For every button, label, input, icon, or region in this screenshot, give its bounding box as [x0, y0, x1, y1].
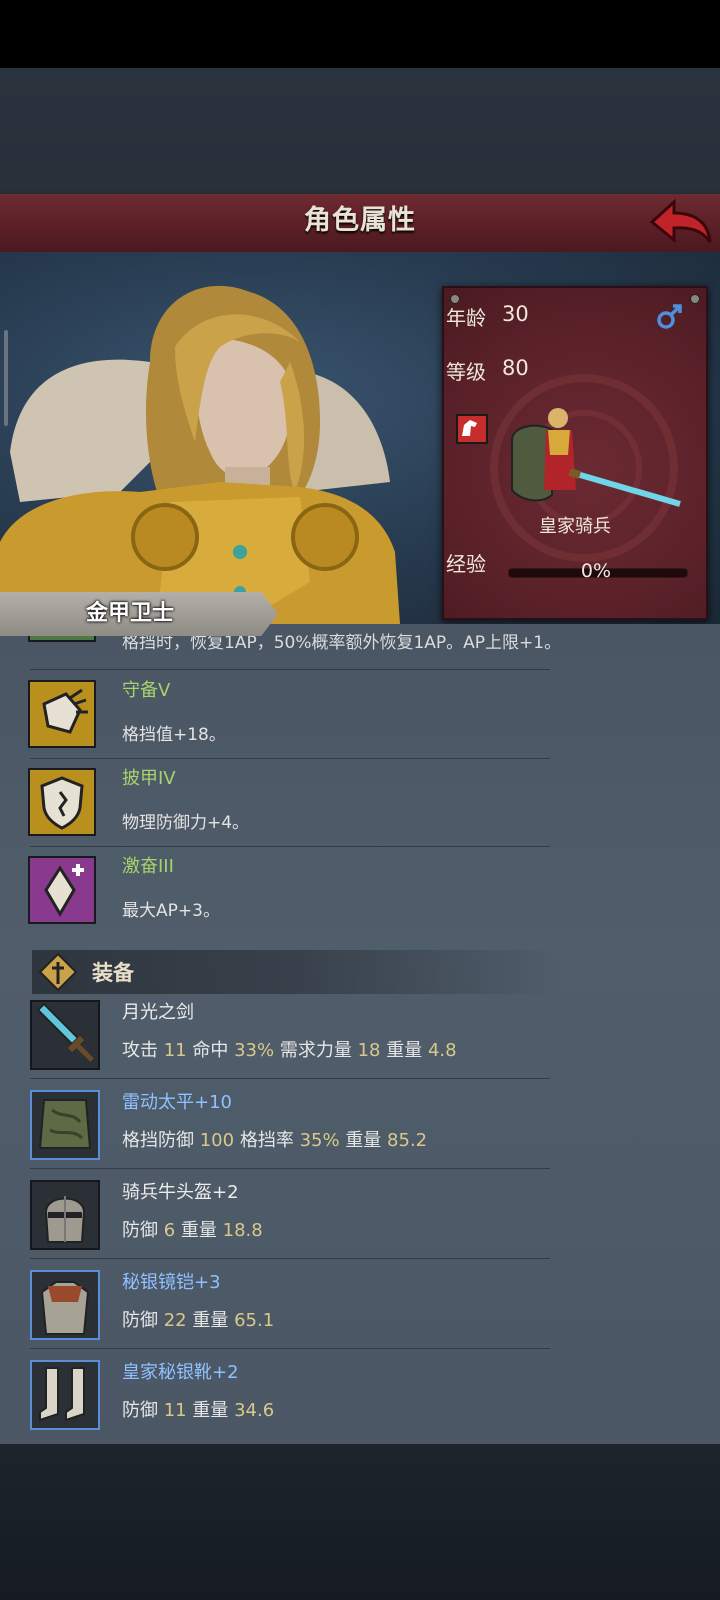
horse-class-icon — [456, 414, 488, 444]
stat-value: 65.1 — [234, 1310, 275, 1331]
equipment-upgrade-level: +2 — [212, 1182, 239, 1203]
equipment-upgrade-level: +3 — [194, 1272, 221, 1293]
skill-row[interactable]: 守备V 格挡值+18。 — [0, 672, 560, 762]
male-gender-icon — [655, 301, 685, 331]
equipment-stats: 格挡防御 100 格挡率 35% 重量 85.2 — [122, 1126, 427, 1152]
sword-icon — [30, 1000, 100, 1070]
equipment-name-text: 骑兵牛头盔 — [122, 1182, 212, 1203]
equipment-stats: 防御 11 重量 34.6 — [122, 1396, 274, 1422]
divider — [30, 669, 550, 670]
status-bar-area — [0, 0, 720, 68]
equipment-name-text: 秘银镜铠 — [122, 1272, 194, 1293]
title-bar: 角色属性 — [0, 194, 720, 255]
stat-label: 重量 — [180, 1220, 217, 1241]
skill-name: 守备V — [122, 680, 171, 701]
equipment-name: 秘银镜铠+3 — [122, 1268, 221, 1294]
equipment-row[interactable]: 秘银镜铠+3 防御 22 重量 65.1 — [0, 1260, 560, 1350]
age-value: 30 — [502, 302, 529, 326]
skill-row[interactable]: 激奋III 最大AP+3。 — [0, 850, 560, 940]
card-rivet — [690, 294, 700, 304]
skill-name: 披甲IV — [122, 768, 176, 789]
divider — [30, 758, 550, 759]
back-arrow-icon — [649, 198, 712, 244]
character-portrait — [0, 285, 400, 624]
stat-label: 攻击 — [122, 1040, 158, 1061]
page-title: 角色属性 — [304, 205, 416, 236]
level-label: 等级 — [446, 360, 486, 384]
equipment-name-text: 皇家秘银靴 — [122, 1362, 212, 1383]
stat-label: 命中 — [192, 1040, 229, 1061]
exp-percent: 0% — [580, 560, 612, 582]
character-name: 金甲卫士 — [85, 601, 174, 626]
stat-value: 35% — [299, 1130, 340, 1151]
equipment-section-title: 装备 — [92, 961, 134, 985]
bottom-area — [0, 1444, 720, 1600]
boots-icon — [30, 1360, 100, 1430]
scroll-list[interactable]: 格挡时，恢复1AP，50%概率额外恢复1AP。AP上限+1。 守备V 格挡值+1… — [0, 624, 720, 1444]
stat-value: 100 — [199, 1130, 235, 1151]
stat-value: 33% — [234, 1040, 275, 1061]
equipment-name-text: 月光之剑 — [122, 1002, 194, 1023]
knight-figure — [511, 408, 681, 507]
back-button[interactable] — [648, 198, 714, 248]
stat-value: 85.2 — [387, 1130, 428, 1151]
skill-desc: 最大AP+3。 — [122, 901, 220, 921]
equipment-name: 月光之剑 — [122, 998, 194, 1024]
class-name: 皇家骑兵 — [539, 516, 611, 537]
shield-bash-icon — [28, 680, 96, 748]
stat-label: 防御 — [122, 1220, 158, 1241]
stat-value: 22 — [163, 1310, 187, 1331]
equipment-name: 雷动太平+10 — [122, 1088, 232, 1114]
stat-label: 防御 — [122, 1310, 158, 1331]
equipment-name: 皇家秘银靴+2 — [122, 1358, 239, 1384]
stat-label: 防御 — [122, 1400, 158, 1421]
stat-label: 格挡率 — [239, 1130, 294, 1151]
stat-value: 34.6 — [234, 1400, 275, 1421]
equipment-stats: 防御 6 重量 18.8 — [122, 1216, 263, 1242]
stat-label: 需求力量 — [279, 1040, 352, 1061]
stat-label: 格挡防御 — [122, 1130, 194, 1151]
stat-label: 重量 — [345, 1130, 382, 1151]
stat-label: 重量 — [386, 1040, 423, 1061]
stat-value: 11 — [163, 1400, 187, 1421]
divider — [30, 846, 550, 847]
helmet-icon — [30, 1180, 100, 1250]
stat-label: 重量 — [192, 1400, 229, 1421]
tower-shield-icon — [30, 1090, 100, 1160]
equipment-row[interactable]: 骑兵牛头盔+2 防御 6 重量 18.8 — [0, 1170, 560, 1260]
stat-value: 18.8 — [222, 1220, 263, 1241]
age-label: 年龄 — [446, 306, 486, 330]
equipment-row[interactable]: 皇家秘银靴+2 防御 11 重量 34.6 — [0, 1350, 560, 1440]
equipment-stats: 防御 22 重量 65.1 — [122, 1306, 274, 1332]
name-plate: 金甲卫士 — [0, 592, 278, 636]
exp-label: 经验 — [446, 552, 486, 576]
scrollbar[interactable] — [4, 330, 8, 426]
armor-shield-icon — [28, 768, 96, 836]
skill-desc: 物理防御力+4。 — [122, 813, 250, 833]
equipment-stats: 攻击 11 命中 33% 需求力量 18 重量 4.8 — [122, 1036, 457, 1062]
stat-value: 6 — [163, 1220, 176, 1241]
chest-armor-icon — [30, 1270, 100, 1340]
stat-value: 18 — [357, 1040, 381, 1061]
stat-label: 重量 — [192, 1310, 229, 1331]
equipment-upgrade-level: +2 — [212, 1362, 239, 1383]
level-value: 80 — [502, 356, 529, 380]
equipment-row[interactable]: 雷动太平+10 格挡防御 100 格挡率 35% 重量 85.2 — [0, 1080, 560, 1170]
stat-value: 4.8 — [427, 1040, 457, 1061]
stat-value: 11 — [163, 1040, 187, 1061]
equipment-name: 骑兵牛头盔+2 — [122, 1178, 239, 1204]
skill-name: 激奋III — [122, 856, 174, 877]
skill-row[interactable]: 披甲IV 物理防御力+4。 — [0, 762, 560, 852]
skill-desc: 格挡值+18。 — [122, 725, 226, 745]
cross-diamond-icon — [38, 952, 78, 992]
equipment-name-text: 雷动太平 — [122, 1092, 194, 1113]
equipment-upgrade-level: +10 — [194, 1092, 232, 1113]
equipment-row[interactable]: 月光之剑攻击 11 命中 33% 需求力量 18 重量 4.8 — [0, 990, 560, 1080]
crystal-plus-icon — [28, 856, 96, 924]
